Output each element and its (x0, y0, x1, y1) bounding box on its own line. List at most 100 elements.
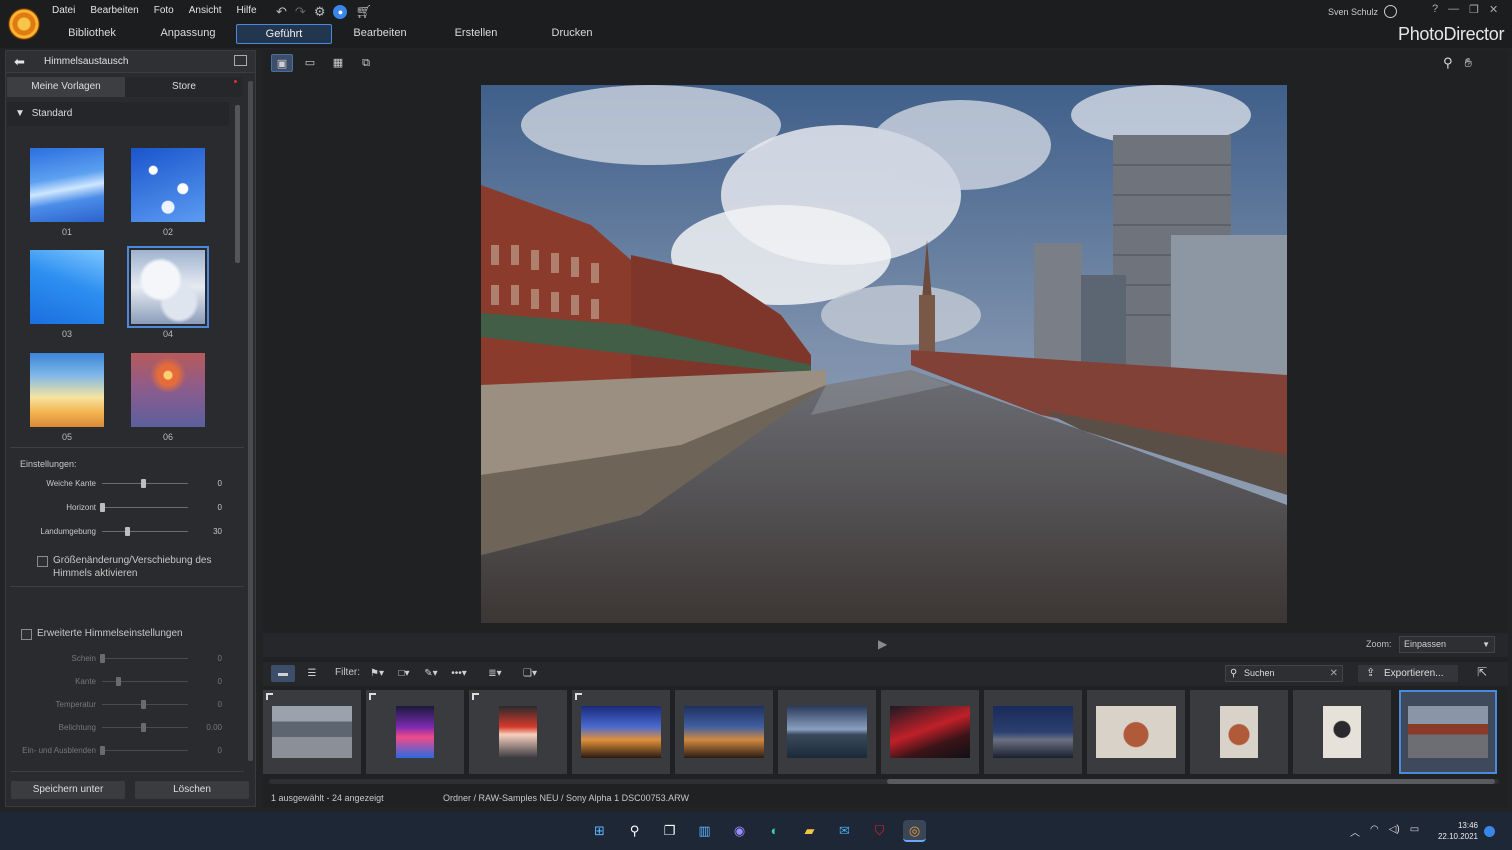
tab-drucken[interactable]: Drucken (524, 24, 620, 44)
tab-anpassung[interactable]: Anpassung (140, 24, 236, 44)
slider-track[interactable] (102, 658, 188, 659)
panel-scrollbar[interactable] (248, 81, 253, 761)
account-badge-icon[interactable]: ● (333, 5, 348, 19)
zoom-select[interactable]: Einpassen ▼ (1399, 636, 1495, 653)
help-icon[interactable]: ? (1432, 3, 1438, 16)
mail-icon[interactable]: ✉ (833, 820, 856, 842)
section-standard[interactable]: ▼ Standard (7, 102, 229, 126)
open-external-icon[interactable]: ⇱ (1477, 665, 1487, 679)
resize-sky-checkbox[interactable] (37, 556, 48, 567)
compare-view-icon[interactable]: ▭ (299, 54, 321, 72)
user-account[interactable]: Sven Schulz (1328, 5, 1398, 18)
magnifier-icon[interactable]: ⚲ (1443, 55, 1453, 71)
slider-handle[interactable] (141, 700, 146, 709)
tab-gefuehrt[interactable]: Geführt (236, 24, 332, 44)
template-scrollbar[interactable] (235, 105, 240, 263)
sort-icon[interactable]: ≣▾ (483, 665, 507, 682)
filmstrip-thumb[interactable] (778, 690, 876, 774)
slider-track[interactable] (102, 507, 188, 508)
slider-handle[interactable] (141, 479, 146, 488)
slider-handle[interactable] (124, 527, 130, 536)
filmstrip-thumb[interactable] (1087, 690, 1185, 774)
sky-template-01[interactable] (30, 148, 104, 222)
filmstrip-thumb[interactable] (675, 690, 773, 774)
filmstrip-thumb[interactable] (263, 690, 361, 774)
main-photo[interactable] (481, 85, 1287, 623)
stack-icon[interactable]: ❏▾ (519, 665, 541, 682)
slider-track[interactable] (102, 750, 188, 751)
restore-icon[interactable]: ❐ (1469, 3, 1479, 16)
back-arrow-icon[interactable]: ⬅ (14, 54, 25, 70)
filmstrip-thumb[interactable] (1190, 690, 1288, 774)
wifi-icon[interactable]: ◠ (1370, 824, 1379, 839)
filmstrip-thumb[interactable] (1293, 690, 1391, 774)
menu-foto[interactable]: Foto (154, 5, 174, 16)
undo-icon[interactable]: ↶ (276, 4, 287, 20)
flag-filter-icon[interactable]: ⚑▾ (365, 665, 389, 682)
detach-panel-icon[interactable] (234, 55, 247, 66)
widgets-icon[interactable]: ▥ (693, 820, 716, 842)
sky-template-02[interactable] (131, 148, 205, 222)
battery-icon[interactable]: ▭ (1410, 824, 1419, 839)
advanced-sky-checkbox[interactable] (21, 629, 32, 640)
tab-bibliothek[interactable]: Bibliothek (44, 24, 140, 44)
slider-handle[interactable] (100, 503, 105, 512)
chevron-up-icon[interactable]: ︿ (1350, 824, 1360, 839)
slider-handle[interactable] (116, 677, 122, 686)
teams-chat-icon[interactable]: ◉ (728, 820, 751, 842)
play-icon[interactable]: ▶ (878, 637, 887, 651)
sky-template-04[interactable] (127, 246, 209, 328)
close-icon[interactable]: ✕ (1489, 3, 1498, 16)
filmstrip-thumb[interactable] (366, 690, 464, 774)
task-view-icon[interactable]: ❐ (658, 820, 681, 842)
filmstrip-scrollbar[interactable] (269, 779, 1499, 784)
export-button[interactable]: ⇪ Exportieren... (1358, 665, 1458, 682)
tab-store[interactable]: Store (125, 77, 243, 97)
filmstrip-thumb[interactable] (469, 690, 567, 774)
slider-track[interactable] (102, 531, 188, 532)
fullscreen-view-icon[interactable]: ⧉ (355, 54, 377, 72)
label-filter-icon[interactable]: □▾ (393, 665, 415, 682)
search-field[interactable]: ⚲ Suchen ✕ (1225, 665, 1343, 682)
menu-datei[interactable]: Datei (52, 5, 75, 16)
menu-hilfe[interactable]: Hilfe (237, 5, 257, 16)
clear-search-icon[interactable]: ✕ (1330, 666, 1338, 681)
filmstrip-thumb-selected[interactable] (1399, 690, 1497, 774)
notification-icon[interactable] (1484, 826, 1495, 837)
save-as-button[interactable]: Speichern unter (11, 781, 125, 799)
file-explorer-icon[interactable]: ▰ (798, 820, 821, 842)
slider-handle[interactable] (141, 723, 146, 732)
filmstrip-view-icon[interactable]: ▬ (271, 665, 295, 682)
filmstrip-thumb[interactable] (984, 690, 1082, 774)
list-view-icon[interactable]: ☰ (301, 665, 323, 682)
tab-meine-vorlagen[interactable]: Meine Vorlagen (7, 77, 125, 97)
photodirector-taskbar-icon[interactable]: ◎ (903, 820, 926, 842)
slider-handle[interactable] (100, 654, 105, 663)
filmstrip-thumb[interactable] (572, 690, 670, 774)
sky-template-03[interactable] (30, 250, 104, 324)
edge-browser-icon[interactable]: ◐ (763, 820, 786, 842)
mcafee-icon[interactable]: ⛉ (868, 820, 891, 842)
grid-view-icon[interactable]: ▦ (327, 54, 349, 72)
gear-icon[interactable]: ⚙ (314, 4, 326, 20)
slider-track[interactable] (102, 681, 188, 682)
taskbar-clock[interactable]: 13:46 22.10.2021 (1432, 820, 1478, 842)
menu-bearbeiten[interactable]: Bearbeiten (90, 5, 138, 16)
menu-ansicht[interactable]: Ansicht (189, 5, 222, 16)
redo-icon[interactable]: ↷ (295, 4, 306, 20)
scrollbar-thumb[interactable] (887, 779, 1495, 784)
minimize-icon[interactable]: — (1448, 3, 1459, 16)
filmstrip-thumb[interactable] (881, 690, 979, 774)
rating-filter-icon[interactable]: •••▾ (447, 665, 471, 682)
search-icon[interactable]: ⚲ (623, 820, 646, 842)
sky-template-05[interactable] (30, 353, 104, 427)
hand-pan-icon[interactable]: ✋︎ (1465, 55, 1472, 71)
speaker-icon[interactable]: ◁) (1389, 824, 1400, 839)
tab-bearbeiten[interactable]: Bearbeiten (332, 24, 428, 44)
slider-handle[interactable] (100, 746, 105, 755)
single-view-icon[interactable]: ▣ (271, 54, 293, 72)
cart-icon[interactable]: 🛒︎ (355, 4, 372, 20)
edit-filter-icon[interactable]: ✎▾ (420, 665, 442, 682)
tab-erstellen[interactable]: Erstellen (428, 24, 524, 44)
windows-start-icon[interactable]: ⊞ (588, 820, 611, 842)
